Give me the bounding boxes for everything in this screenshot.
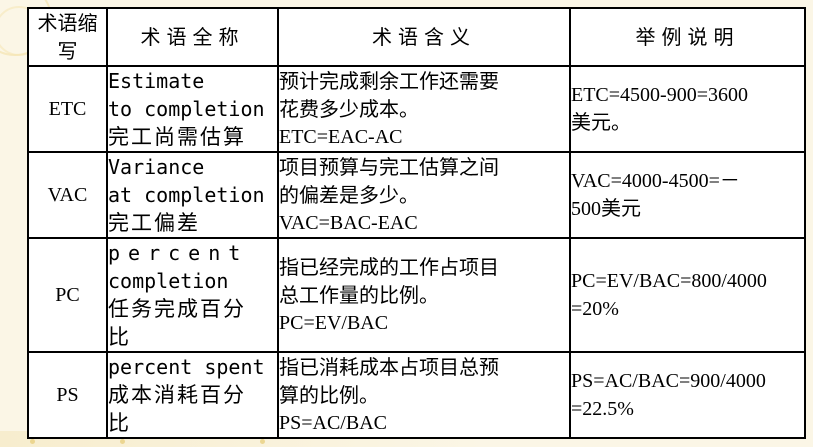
full-name-line: at completion	[108, 183, 265, 207]
example-line: VAC=4000-4500=－	[571, 170, 740, 192]
full-name-line: Estimate	[108, 69, 205, 93]
full-name-line: 成本消耗百分	[108, 383, 246, 407]
full-name-cell: percent spent 成本消耗百分比	[106, 351, 279, 439]
full-name-line: completion	[108, 269, 229, 293]
meaning-line: 指已经完成的工作占项目	[279, 255, 499, 279]
decor-dot	[120, 439, 125, 444]
full-name-line: 比	[108, 325, 131, 349]
full-name-line: 完工尚需估算	[108, 125, 246, 149]
example-line: ETC=4500-900=3600	[571, 84, 748, 106]
abbr-cell: PC	[27, 237, 108, 353]
abbr-cell: VAC	[27, 151, 108, 239]
meaning-line: 指已消耗成本占项目总预	[279, 355, 499, 379]
full-name-cell: Estimate to completion 完工尚需估算	[106, 65, 279, 153]
abbr-cell: ETC	[27, 65, 108, 153]
table-row-pc: PC percent completion 任务完成百分比 指已经完成的工作占项目总…	[27, 237, 806, 353]
meaning-line: 的偏差是多少。	[279, 183, 419, 207]
example-line: PC=EV/BAC=800/4000	[571, 270, 767, 292]
full-name-cell: Variance at completion 完工偏差	[106, 151, 279, 239]
full-name-line: 比	[108, 411, 131, 435]
example-line: 500美元	[571, 198, 641, 220]
full-name-line: to completion	[108, 97, 265, 121]
meaning-line: 项目预算与完工估算之间	[279, 155, 499, 179]
table-row-etc: ETC Estimate to completion 完工尚需估算 预计完成剩余工作…	[27, 65, 806, 153]
example-cell: ETC=4500-900=3600 美元。	[569, 65, 806, 153]
meaning-formula: VAC=BAC-EAC	[279, 212, 418, 234]
header-full-name: 术语全称	[106, 7, 279, 67]
header-meaning: 术语含义	[277, 7, 571, 67]
example-line: =22.5%	[571, 398, 634, 420]
full-name-line: 任务完成百分	[108, 297, 246, 321]
meaning-line: 算的比例。	[279, 383, 379, 407]
abbr-cell: PS	[27, 351, 108, 439]
example-line: =20%	[571, 298, 619, 320]
table-row-ps: PS percent spent 成本消耗百分比 指已消耗成本占项目总预 算的比例。…	[27, 351, 806, 439]
header-example: 举例说明	[569, 7, 806, 67]
header-abbr: 术语缩写	[27, 7, 108, 67]
full-name-line: 完工偏差	[108, 211, 200, 235]
example-cell: PC=EV/BAC=800/4000 =20%	[569, 237, 806, 353]
full-name-line: Variance	[108, 155, 205, 179]
decor-dot	[30, 439, 35, 444]
meaning-cell: 预计完成剩余工作还需要 花费多少成本。 ETC=EAC-AC	[277, 65, 571, 153]
example-line: PS=AC/BAC=900/4000	[571, 370, 766, 392]
terms-table: 术语缩写 术语全称 术语含义 举例说明 ETC Estimate to compl…	[27, 7, 806, 439]
full-name-cell: percent completion 任务完成百分比	[106, 237, 279, 353]
meaning-line: 花费多少成本。	[279, 97, 419, 121]
table-row-vac: VAC Variance at completion 完工偏差 项目预算与完工估算之…	[27, 151, 806, 239]
meaning-formula: PS=AC/BAC	[279, 412, 387, 434]
meaning-cell: 指已消耗成本占项目总预 算的比例。 PS=AC/BAC	[277, 351, 571, 439]
full-name-line: percent	[108, 241, 249, 265]
meaning-cell: 项目预算与完工估算之间 的偏差是多少。 VAC=BAC-EAC	[277, 151, 571, 239]
decor-dot	[260, 439, 265, 444]
meaning-cell: 指已经完成的工作占项目 总工作量的比例。 PC=EV/BAC	[277, 237, 571, 353]
meaning-line: 总工作量的比例。	[279, 283, 439, 307]
example-cell: VAC=4000-4500=－ 500美元	[569, 151, 806, 239]
example-line: 美元。	[571, 112, 631, 134]
meaning-formula: ETC=EAC-AC	[279, 126, 403, 148]
header-row: 术语缩写 术语全称 术语含义 举例说明	[27, 7, 806, 67]
meaning-line: 预计完成剩余工作还需要	[279, 69, 499, 93]
full-name-line: percent spent	[108, 355, 265, 379]
example-cell: PS=AC/BAC=900/4000 =22.5%	[569, 351, 806, 439]
meaning-formula: PC=EV/BAC	[279, 312, 389, 334]
